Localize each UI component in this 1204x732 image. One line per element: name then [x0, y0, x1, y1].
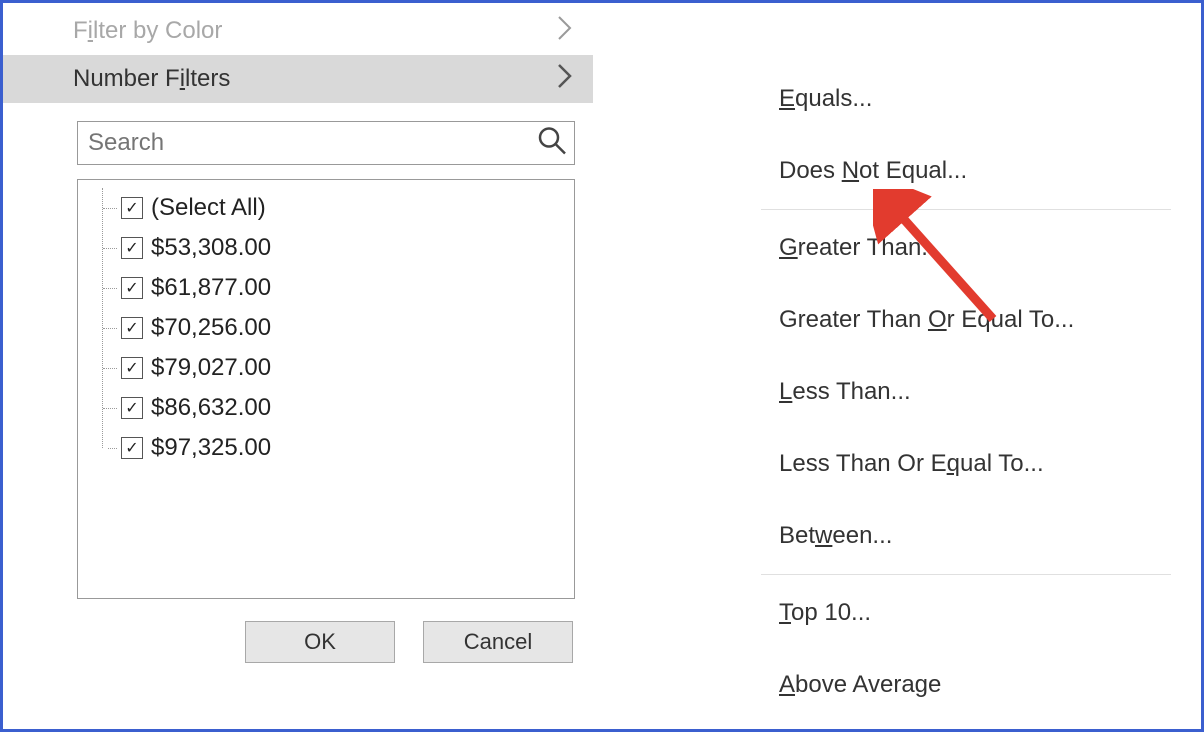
list-item-label: $79,027.00 — [151, 354, 271, 382]
text: lter by Color — [93, 17, 222, 44]
filter-dropdown-frame: Filter by Color Number Filters — [0, 0, 1204, 732]
text: F — [73, 17, 88, 44]
text: Less Than Or E — [779, 450, 947, 477]
tree-connector-icon — [103, 188, 121, 228]
label: Less Than Or Equal To... — [779, 450, 1044, 478]
filter-by-color-label: Filter by Color — [73, 17, 222, 45]
submenu-greater-than[interactable]: Greater Than... — [593, 212, 1201, 284]
checkbox[interactable]: ✓ — [121, 317, 143, 339]
submenu-between[interactable]: Between... — [593, 500, 1201, 572]
filter-panel: Filter by Color Number Filters — [3, 3, 593, 729]
accelerator: N — [842, 157, 859, 184]
list-item-label: $86,632.00 — [151, 394, 271, 422]
accelerator: q — [947, 450, 960, 477]
list-item-label: $61,877.00 — [151, 274, 271, 302]
label: Between... — [779, 522, 892, 550]
text: reater Than... — [798, 234, 942, 261]
text: Greater Than — [779, 306, 928, 333]
accelerator: G — [779, 234, 798, 261]
list-item-label: $70,256.00 — [151, 314, 271, 342]
list-item-label: $53,308.00 — [151, 234, 271, 262]
checkbox[interactable]: ✓ — [121, 277, 143, 299]
tree-root: ✓ (Select All) ✓ $53,308.00 ✓ $61,877.00… — [102, 188, 566, 468]
list-item[interactable]: ✓ $70,256.00 — [103, 308, 566, 348]
number-filters-label: Number Filters — [73, 65, 230, 93]
number-filters-menuitem[interactable]: Number Filters — [3, 55, 593, 103]
list-item[interactable]: ✓ $79,027.00 — [103, 348, 566, 388]
label: Less Than... — [779, 378, 911, 406]
accelerator: O — [928, 306, 947, 333]
accelerator: E — [779, 85, 795, 112]
search-wrap — [77, 121, 575, 165]
filter-by-color-menuitem: Filter by Color — [3, 7, 593, 55]
text: Number F — [73, 65, 180, 92]
search-icon — [537, 126, 567, 161]
submenu-greater-than-or-equal[interactable]: Greater Than Or Equal To... — [593, 284, 1201, 356]
label: Above Average — [779, 671, 941, 699]
text: op 10... — [791, 599, 871, 626]
submenu-above-average[interactable]: Above Average — [593, 649, 1201, 721]
filter-values-listbox[interactable]: ✓ (Select All) ✓ $53,308.00 ✓ $61,877.00… — [77, 179, 575, 599]
list-item[interactable]: ✓ $86,632.00 — [103, 388, 566, 428]
chevron-right-icon — [557, 15, 573, 48]
list-item[interactable]: ✓ (Select All) — [103, 188, 566, 228]
tree-connector-icon — [103, 348, 121, 388]
chevron-right-icon — [557, 63, 573, 96]
cancel-button[interactable]: Cancel — [423, 621, 573, 663]
accelerator: A — [779, 671, 795, 698]
label: Equals... — [779, 85, 872, 113]
text: r Equal To... — [947, 306, 1075, 333]
checkbox[interactable]: ✓ — [121, 397, 143, 419]
label: Greater Than Or Equal To... — [779, 306, 1074, 334]
tree-connector-icon — [103, 228, 121, 268]
text: ess Than... — [792, 378, 910, 405]
tree-connector-icon — [103, 428, 121, 468]
checkbox[interactable]: ✓ — [121, 237, 143, 259]
submenu-less-than-or-equal[interactable]: Less Than Or Equal To... — [593, 428, 1201, 500]
list-item[interactable]: ✓ $53,308.00 — [103, 228, 566, 268]
label: Does Not Equal... — [779, 157, 967, 185]
ok-button[interactable]: OK — [245, 621, 395, 663]
accelerator: T — [779, 599, 791, 626]
number-filters-submenu: Equals... Does Not Equal... Greater Than… — [593, 3, 1201, 729]
list-item[interactable]: ✓ $61,877.00 — [103, 268, 566, 308]
dialog-button-row: OK Cancel — [3, 599, 593, 663]
list-item-label: $97,325.00 — [151, 434, 271, 462]
text: ot Equal... — [859, 157, 967, 184]
text: lters — [185, 65, 230, 92]
menu-separator — [761, 209, 1171, 210]
submenu-top-10[interactable]: Top 10... — [593, 577, 1201, 649]
tree-connector-icon — [103, 388, 121, 428]
menu-separator — [761, 574, 1171, 575]
search-input[interactable] — [77, 121, 575, 165]
accelerator: w — [815, 522, 832, 549]
tree-connector-icon — [103, 268, 121, 308]
accelerator: L — [779, 378, 792, 405]
checkbox[interactable]: ✓ — [121, 357, 143, 379]
checkbox[interactable]: ✓ — [121, 197, 143, 219]
text: bove Average — [795, 671, 941, 698]
checkbox[interactable]: ✓ — [121, 437, 143, 459]
label: Greater Than... — [779, 234, 941, 262]
submenu-does-not-equal[interactable]: Does Not Equal... — [593, 135, 1201, 207]
text: een... — [832, 522, 892, 549]
text: ual To... — [960, 450, 1044, 477]
submenu-less-than[interactable]: Less Than... — [593, 356, 1201, 428]
list-item-label: (Select All) — [151, 194, 266, 222]
tree-connector-icon — [103, 308, 121, 348]
list-item[interactable]: ✓ $97,325.00 — [103, 428, 566, 468]
submenu-equals[interactable]: Equals... — [593, 63, 1201, 135]
text: Does — [779, 157, 842, 184]
text: Bet — [779, 522, 815, 549]
text: quals... — [795, 85, 872, 112]
label: Top 10... — [779, 599, 871, 627]
